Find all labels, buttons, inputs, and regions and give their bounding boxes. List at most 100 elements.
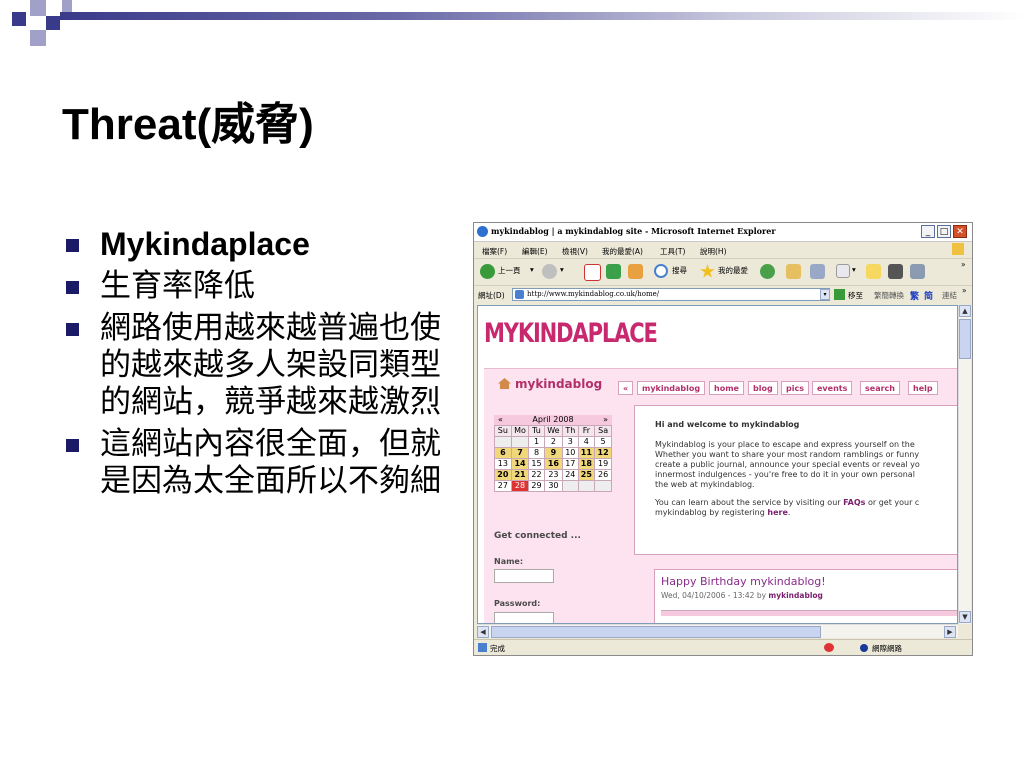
traditional-link[interactable]: 繁 <box>910 289 919 302</box>
forward-arrow-icon[interactable] <box>542 264 557 279</box>
maximize-button[interactable]: □ <box>937 225 951 238</box>
favorites-star-icon[interactable] <box>700 264 715 278</box>
stop-icon[interactable] <box>584 264 601 281</box>
post-author-link[interactable]: mykindablog <box>768 591 823 600</box>
history-icon[interactable] <box>760 264 775 279</box>
menu-edit[interactable]: 編輯(E) <box>522 246 548 257</box>
menu-help[interactable]: 說明(H) <box>700 246 727 257</box>
go-button[interactable]: 移至 <box>848 290 863 301</box>
back-dropdown-icon[interactable]: ▾ <box>530 265 534 274</box>
url-input[interactable]: http://www.mykindablog.co.uk/home/ <box>512 288 830 301</box>
calendar-next[interactable]: » <box>603 415 608 425</box>
learn-text-2: mykindablog by registering here. <box>655 508 791 517</box>
password-input[interactable] <box>494 612 554 623</box>
edit-icon[interactable] <box>836 264 850 278</box>
folder-icon[interactable] <box>866 264 881 279</box>
post-title[interactable]: Happy Birthday mykindablog! <box>661 575 957 588</box>
faqs-link[interactable]: FAQs <box>843 498 865 507</box>
calendar-day[interactable]: 20 <box>494 469 512 481</box>
print-icon[interactable] <box>810 264 825 279</box>
nav-pics[interactable]: pics <box>781 381 809 395</box>
calendar-day[interactable]: 1 <box>528 436 545 448</box>
calendar-day <box>562 480 579 492</box>
search-button[interactable]: 搜尋 <box>672 265 687 276</box>
bullet-text: 生育率降低 <box>100 268 255 304</box>
messenger-icon[interactable] <box>888 264 903 279</box>
nav-blog[interactable]: blog <box>748 381 778 395</box>
calendar-day <box>494 436 512 448</box>
calendar-day[interactable]: 23 <box>543 469 564 481</box>
mail-icon[interactable] <box>786 264 801 279</box>
here-link[interactable]: here <box>767 508 788 517</box>
minimize-button[interactable]: _ <box>921 225 935 238</box>
menu-view[interactable]: 檢視(V) <box>562 246 588 257</box>
calendar-day[interactable]: 9 <box>543 447 564 459</box>
menu-tools[interactable]: 工具(T) <box>660 246 685 257</box>
calendar-day[interactable]: 15 <box>528 458 545 470</box>
nav-search[interactable]: search <box>860 381 900 395</box>
calendar-day[interactable]: 13 <box>494 458 512 470</box>
horizontal-scrollbar[interactable]: ◀ ▶ <box>477 624 958 638</box>
back-button[interactable]: 上一頁 <box>498 265 521 276</box>
scroll-left-icon[interactable]: ◀ <box>477 626 489 638</box>
url-dropdown-icon[interactable]: ▾ <box>820 289 830 300</box>
links-toolbar[interactable]: 連結 <box>942 290 957 301</box>
scroll-right-icon[interactable]: ▶ <box>944 626 956 638</box>
scroll-up-icon[interactable]: ▲ <box>959 305 971 317</box>
menu-favorites[interactable]: 我的最愛(A) <box>602 246 643 257</box>
forward-dropdown-icon[interactable]: ▾ <box>560 265 564 274</box>
nav-help[interactable]: help <box>908 381 938 395</box>
nav-events[interactable]: events <box>812 381 853 395</box>
calendar-day[interactable]: 18 <box>577 458 596 470</box>
close-button[interactable]: ✕ <box>953 225 967 238</box>
links-overflow-icon[interactable]: » <box>962 286 967 295</box>
calendar-day[interactable]: 3 <box>562 436 579 448</box>
calendar-day[interactable]: 7 <box>510 447 530 459</box>
scroll-thumb[interactable] <box>959 319 971 359</box>
calendar-day[interactable]: 21 <box>510 469 530 481</box>
calendar-day[interactable]: 10 <box>562 447 579 459</box>
calendar-day[interactable]: 2 <box>543 436 564 448</box>
go-arrow-icon[interactable] <box>834 289 845 300</box>
menu-file[interactable]: 檔案(F) <box>482 246 507 257</box>
calendar-day[interactable]: 22 <box>528 469 545 481</box>
calendar-day[interactable]: 27 <box>494 480 512 492</box>
calendar-day[interactable]: 11 <box>577 447 596 459</box>
calendar-day[interactable]: 4 <box>577 436 596 448</box>
scroll-down-icon[interactable]: ▼ <box>959 611 971 623</box>
hscroll-thumb[interactable] <box>491 626 821 638</box>
simplified-link[interactable]: 简 <box>924 289 933 302</box>
calendar-day[interactable]: 6 <box>494 447 512 459</box>
calendar-day[interactable]: 16 <box>543 458 564 470</box>
back-arrow-icon[interactable] <box>480 264 495 279</box>
toolbar-overflow-icon[interactable]: » <box>961 260 966 269</box>
calendar-prev[interactable]: « <box>498 415 503 425</box>
nav-mykindablog[interactable]: mykindablog <box>637 381 706 395</box>
calendar-day[interactable]: 8 <box>528 447 545 459</box>
calendar-day[interactable]: 17 <box>562 458 579 470</box>
calendar-day[interactable]: 24 <box>562 469 579 481</box>
calendar-day[interactable]: 5 <box>594 436 612 448</box>
name-input[interactable] <box>494 569 554 583</box>
edit-dropdown-icon[interactable]: ▾ <box>852 265 856 274</box>
calendar-day[interactable]: 14 <box>510 458 530 470</box>
vertical-scrollbar[interactable]: ▲ ▼ <box>958 305 971 624</box>
calendar-day[interactable]: 28 <box>510 480 530 492</box>
nav-prev[interactable]: « <box>618 381 634 395</box>
calendar-day[interactable]: 25 <box>577 469 596 481</box>
search-icon[interactable] <box>654 264 668 278</box>
refresh-icon[interactable] <box>606 264 621 279</box>
research-icon[interactable] <box>910 264 925 279</box>
nav-home[interactable]: home <box>709 381 744 395</box>
calendar-day[interactable]: 12 <box>594 447 612 459</box>
home-icon[interactable] <box>628 264 643 279</box>
page-icon <box>515 290 524 299</box>
calendar-day[interactable]: 26 <box>594 469 612 481</box>
calendar-day[interactable]: 29 <box>528 480 545 492</box>
translate-link[interactable]: 繁簡轉換 <box>874 290 904 301</box>
intro-line: the web at mykindablog. <box>655 480 755 489</box>
calendar-day[interactable]: 30 <box>543 480 564 492</box>
name-label: Name: <box>494 557 524 566</box>
favorites-button[interactable]: 我的最愛 <box>718 265 748 276</box>
calendar-day[interactable]: 19 <box>594 458 612 470</box>
